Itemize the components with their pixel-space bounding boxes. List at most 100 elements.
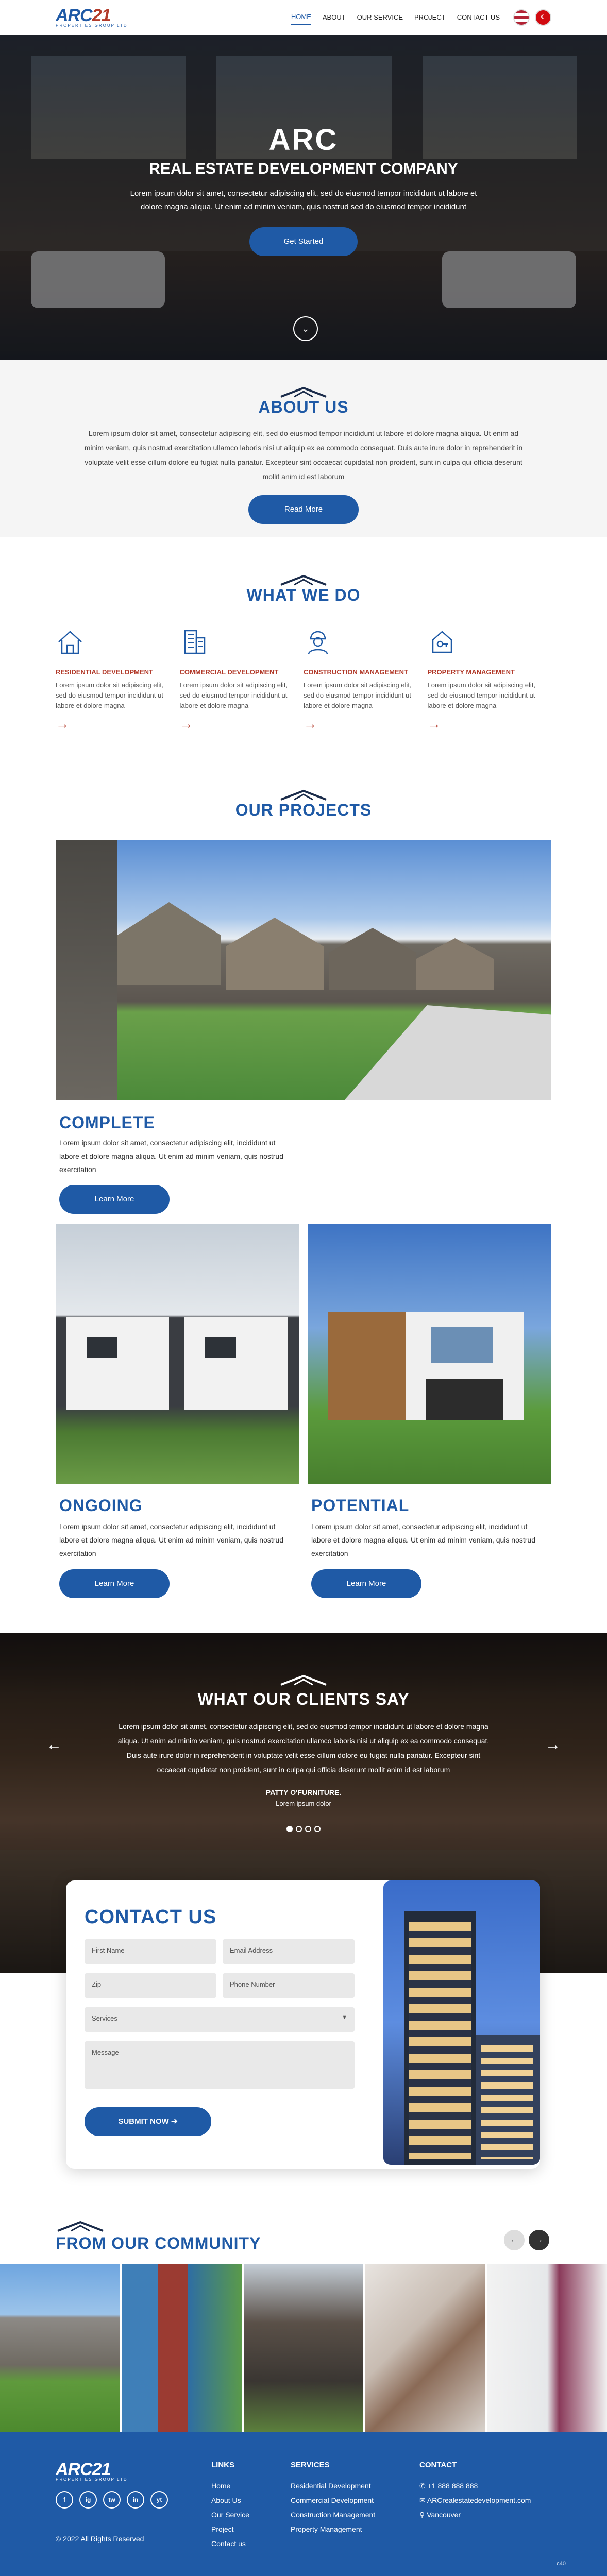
footer-email-text: ARCrealestatedevelopment.com: [427, 2496, 531, 2504]
projects-section: OUR PROJECTS COMPLETE Lorem ipsum dolor …: [0, 761, 607, 1633]
arrow-right-icon[interactable]: →: [529, 2230, 549, 2250]
roof-logo-icon: [280, 574, 327, 586]
footer-link-project[interactable]: Project: [211, 2522, 249, 2536]
facebook-icon[interactable]: f: [56, 2491, 73, 2509]
footer-link-contact[interactable]: Contact us: [211, 2536, 249, 2551]
footer-link-about[interactable]: About Us: [211, 2493, 249, 2507]
email-field[interactable]: Email Address: [223, 1939, 355, 1964]
arrow-right-icon[interactable]: →: [545, 1736, 561, 1754]
footer-contact: CONTACT ✆ +1 888 888 888 ✉ ARCrealestate…: [419, 2461, 531, 2522]
gallery-image[interactable]: [243, 2264, 364, 2432]
carousel-dots: [0, 1826, 607, 1832]
about-section: ABOUT US Lorem ipsum dolor sit amet, con…: [0, 360, 607, 537]
roof-logo-icon: [280, 789, 327, 801]
nav-home[interactable]: HOME: [291, 10, 311, 25]
testimonial-content: WHAT OUR CLIENTS SAY Lorem ipsum dolor s…: [0, 1674, 607, 1832]
first-name-field[interactable]: First Name: [85, 1939, 216, 1964]
project-complete-title: COMPLETE: [59, 1113, 155, 1132]
gallery-image[interactable]: [365, 2264, 485, 2432]
hero-content: ARC REAL ESTATE DEVELOPMENT COMPANY Lore…: [0, 123, 607, 256]
phone-field[interactable]: Phone Number: [223, 1973, 355, 1998]
footer-service-commercial[interactable]: Commercial Development: [291, 2493, 375, 2507]
roof-logo-icon: [280, 386, 327, 398]
complete-learn-more-button[interactable]: Learn More: [59, 1185, 170, 1214]
main-nav: HOME ABOUT OUR SERVICE PROJECT CONTACT U…: [291, 10, 500, 25]
us-flag-icon[interactable]: [513, 9, 530, 26]
gallery-image[interactable]: [487, 2264, 607, 2432]
footer-phone-text: +1 888 888 888: [427, 2482, 478, 2490]
footer-services-title: SERVICES: [291, 2461, 330, 2469]
worker-icon: [308, 631, 328, 655]
roof-logo-icon: [57, 2221, 104, 2232]
hero-section: ARC REAL ESTATE DEVELOPMENT COMPANY Lore…: [0, 35, 607, 360]
footer-email[interactable]: ✉ ARCrealestatedevelopment.com: [419, 2493, 531, 2507]
service-text: Lorem ipsum dolor sit adipiscing elit, s…: [427, 681, 536, 709]
footer-location: ⚲ Vancouver: [419, 2507, 531, 2522]
arrow-left-icon[interactable]: ←: [46, 1736, 62, 1754]
footer-service-property[interactable]: Property Management: [291, 2522, 375, 2536]
social-links: f ig tw in yt: [56, 2491, 168, 2509]
footer-service-residential[interactable]: Residential Development: [291, 2479, 375, 2493]
potential-learn-more-button[interactable]: Learn More: [311, 1569, 421, 1598]
arrow-left-icon[interactable]: ←: [504, 2230, 525, 2250]
nav-about[interactable]: ABOUT: [323, 10, 346, 24]
gallery-image[interactable]: [122, 2264, 242, 2432]
footer-links-title: LINKS: [211, 2461, 234, 2469]
footer-logo-name: ARC: [56, 2460, 93, 2479]
project-complete-text: Lorem ipsum dolor sit amet, consectetur …: [59, 1139, 284, 1174]
hero-title: ARC: [268, 123, 339, 157]
arrow-circle-right-icon: ➔: [171, 2117, 178, 2126]
nav-project[interactable]: PROJECT: [414, 10, 446, 24]
arrow-right-icon[interactable]: →: [56, 716, 170, 732]
testimonial-author: PATTY O'FURNITURE.: [265, 1788, 342, 1797]
linkedin-icon[interactable]: in: [127, 2491, 144, 2509]
nav-our-service[interactable]: OUR SERVICE: [357, 10, 403, 24]
arrow-right-icon[interactable]: →: [304, 716, 417, 732]
message-textarea[interactable]: Message: [85, 2041, 355, 2089]
mail-icon: ✉: [419, 2496, 426, 2504]
services-list: RESIDENTIAL DEVELOPMENT Lorem ipsum dolo…: [56, 628, 551, 732]
project-ongoing-image: [56, 1224, 299, 1484]
carousel-dot[interactable]: [305, 1826, 311, 1832]
footer-phone[interactable]: ✆ +1 888 888 888: [419, 2479, 531, 2493]
service-card[interactable]: RESIDENTIAL DEVELOPMENT Lorem ipsum dolo…: [56, 628, 180, 732]
submit-label: SUBMIT NOW: [118, 2117, 169, 2126]
youtube-icon[interactable]: yt: [150, 2491, 168, 2509]
carousel-dot[interactable]: [296, 1826, 302, 1832]
turkey-flag-icon[interactable]: ☾: [535, 9, 551, 26]
nav-contact-us[interactable]: CONTACT US: [457, 10, 500, 24]
instagram-icon[interactable]: ig: [79, 2491, 97, 2509]
carousel-dot[interactable]: [286, 1826, 293, 1832]
footer-logo-number: 21: [92, 2460, 111, 2479]
footer-link-home[interactable]: Home: [211, 2479, 249, 2493]
get-started-button[interactable]: Get Started: [249, 227, 358, 256]
services-select[interactable]: Services ▼: [85, 2007, 355, 2032]
community-section: FROM OUR COMMUNITY ← →: [0, 2190, 607, 2432]
project-ongoing-title: ONGOING: [59, 1496, 143, 1515]
chevron-down-icon[interactable]: ⌄: [293, 316, 318, 341]
project-potential-image: [308, 1224, 551, 1484]
submit-button[interactable]: SUBMIT NOW ➔: [85, 2107, 211, 2136]
footer-badge: c40: [557, 2561, 566, 2567]
about-text: Lorem ipsum dolor sit amet, consectetur …: [84, 429, 523, 481]
copyright: © 2022 All Rights Reserved: [56, 2535, 144, 2543]
arrow-right-icon[interactable]: →: [180, 716, 294, 732]
contact-title: CONTACT US: [85, 1906, 217, 1928]
project-potential-text: Lorem ipsum dolor sit amet, consectetur …: [311, 1522, 536, 1557]
brand-logo[interactable]: ARC21 PROPERTIES GROUP LTD: [56, 7, 143, 28]
service-title: COMMERCIAL DEVELOPMENT: [179, 668, 279, 676]
arrow-right-icon[interactable]: →: [428, 716, 542, 732]
zip-field[interactable]: Zip: [85, 1973, 216, 1998]
carousel-dot[interactable]: [314, 1826, 321, 1832]
gallery-image[interactable]: [0, 2264, 120, 2432]
testimonial-role: Lorem ipsum dolor: [276, 1800, 331, 1807]
read-more-button[interactable]: Read More: [248, 495, 359, 524]
footer-link-service[interactable]: Our Service: [211, 2507, 249, 2522]
building-icon: [184, 630, 205, 654]
twitter-icon[interactable]: tw: [103, 2491, 121, 2509]
service-card[interactable]: COMMERCIAL DEVELOPMENT Lorem ipsum dolor…: [180, 628, 304, 732]
service-card[interactable]: PROPERTY MANAGEMENT Lorem ipsum dolor si…: [428, 628, 552, 732]
ongoing-learn-more-button[interactable]: Learn More: [59, 1569, 170, 1598]
service-card[interactable]: CONSTRUCTION MANAGEMENT Lorem ipsum dolo…: [304, 628, 428, 732]
footer-service-construction[interactable]: Construction Management: [291, 2507, 375, 2522]
